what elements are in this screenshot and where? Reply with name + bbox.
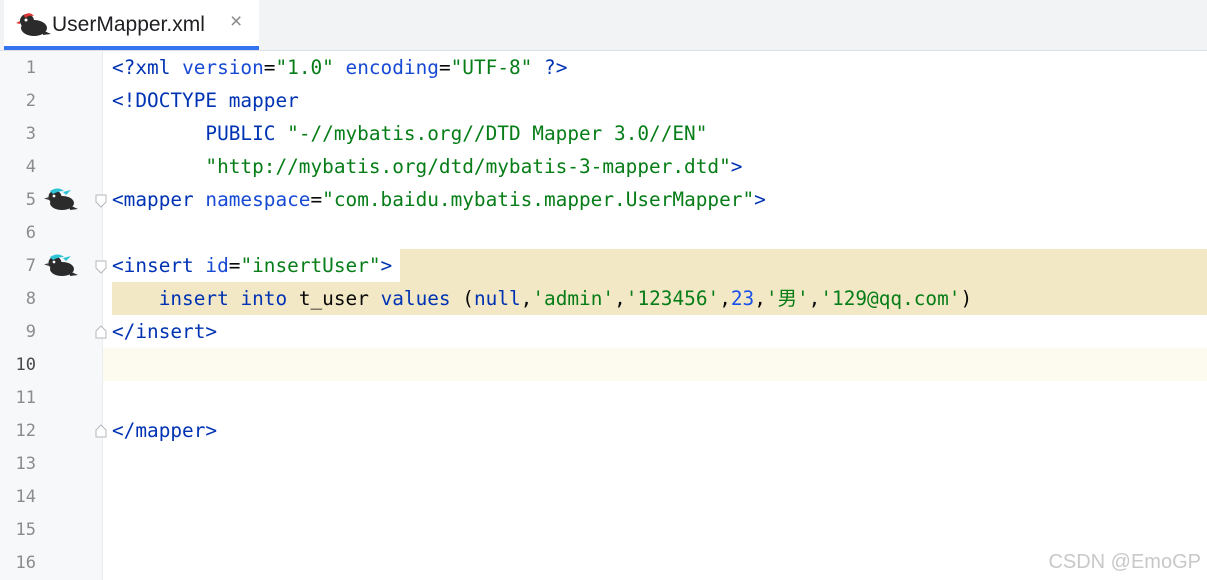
attr-value: "UTF-8" xyxy=(450,56,533,79)
fold-close-icon[interactable] xyxy=(95,424,107,438)
code-line-9: </insert> xyxy=(112,321,217,343)
line-number: 11 xyxy=(15,388,36,408)
tag-open: <mapper xyxy=(112,188,194,211)
editor-tab-bar: UserMapper.xml × xyxy=(0,0,1207,51)
system-id: "http://mybatis.org/dtd/mybatis-3-mapper… xyxy=(205,155,731,178)
paren-close: ) xyxy=(960,287,973,310)
line-number: 7 xyxy=(25,256,36,276)
equals: = xyxy=(310,188,323,211)
line-number: 9 xyxy=(25,322,36,342)
comma: , xyxy=(520,287,533,310)
equals: = xyxy=(263,56,276,79)
sql-string: '129@qq.com' xyxy=(820,287,961,310)
equals: = xyxy=(228,254,241,277)
current-line-highlight xyxy=(0,348,1207,381)
sql-table: t_user xyxy=(298,287,369,310)
attr-value: "1.0" xyxy=(275,56,334,79)
line-number: 4 xyxy=(25,157,36,177)
attr-name: version xyxy=(170,56,264,79)
fold-open-icon[interactable] xyxy=(95,260,107,274)
line-number: 8 xyxy=(25,289,36,309)
tag-open: <insert xyxy=(112,254,194,277)
comma: , xyxy=(614,287,626,310)
line-number: 16 xyxy=(15,553,36,573)
tab-title: UserMapper.xml xyxy=(52,13,205,36)
tab-usermapper-xml[interactable]: UserMapper.xml × xyxy=(4,0,259,50)
pi-name: xml xyxy=(135,56,171,79)
attr-name: namespace xyxy=(193,188,311,211)
mybatis-navigate-icon[interactable] xyxy=(44,252,78,280)
attr-name: encoding xyxy=(333,56,439,79)
fold-open-icon[interactable] xyxy=(95,194,107,208)
code-line-3: PUBLIC "-//mybatis.org//DTD Mapper 3.0//… xyxy=(112,123,707,145)
tag-close: > xyxy=(730,155,743,178)
mybatis-bird-icon xyxy=(16,13,51,36)
sql-string: 'admin' xyxy=(532,287,615,310)
tag-close: > xyxy=(754,188,766,211)
comma: , xyxy=(808,287,821,310)
selection-highlight xyxy=(400,249,1207,282)
sql-keyword: into xyxy=(240,287,288,310)
attr-value: "com.baidu.mybatis.mapper.UserMapper" xyxy=(322,188,755,211)
line-number: 3 xyxy=(25,124,36,144)
gutter: 1 2 3 4 5 6 7 8 9 10 11 12 13 14 15 16 xyxy=(0,51,107,580)
sql-keyword: insert xyxy=(158,287,229,310)
code-line-7: <insert id="insertUser"> xyxy=(112,255,392,277)
sql-number: 23 xyxy=(730,287,755,310)
line-number: 1 xyxy=(25,58,36,78)
comma: , xyxy=(754,287,766,310)
equals: = xyxy=(438,56,451,79)
code-line-12: </mapper> xyxy=(112,420,217,442)
attr-value: "insertUser" xyxy=(240,254,381,277)
public-id: "-//mybatis.org//DTD Mapper 3.0//EN" xyxy=(287,122,708,145)
tag-end: > xyxy=(205,320,218,343)
code-line-2: <!DOCTYPE mapper xyxy=(112,90,299,112)
public-keyword: PUBLIC xyxy=(205,122,276,145)
sql-null: null xyxy=(473,287,521,310)
line-number: 13 xyxy=(15,454,36,474)
watermark: CSDN @EmoGP xyxy=(1048,551,1201,573)
fold-close-icon[interactable] xyxy=(95,325,107,339)
code-editor[interactable]: 1 2 3 4 5 6 7 8 9 10 11 12 13 14 15 16 <… xyxy=(0,51,1207,580)
line-number-current: 10 xyxy=(15,355,36,375)
tag-end: > xyxy=(205,419,218,442)
line-number: 12 xyxy=(15,421,36,441)
tag-close: > xyxy=(380,254,393,277)
tag-close: </mapper xyxy=(112,419,206,442)
line-number: 5 xyxy=(25,190,36,210)
code-line-5: <mapper namespace="com.baidu.mybatis.map… xyxy=(112,189,766,211)
mybatis-navigate-icon[interactable] xyxy=(44,186,78,214)
code-line-4: "http://mybatis.org/dtd/mybatis-3-mapper… xyxy=(112,156,742,178)
line-number: 15 xyxy=(15,520,36,540)
code-line-8: insert into t_user values (null,'admin',… xyxy=(112,288,972,310)
sql-keyword: values xyxy=(380,287,451,310)
code-line-1: <?xml version="1.0" encoding="UTF-8" ?> xyxy=(112,57,567,79)
sql-string: '男' xyxy=(765,287,809,310)
doctype: <!DOCTYPE mapper xyxy=(112,89,299,112)
attr-name: id xyxy=(193,254,229,277)
tag-close: </insert xyxy=(112,320,206,343)
line-number: 6 xyxy=(25,223,36,243)
pi-open: <? xyxy=(112,56,136,79)
sql-string: '123456' xyxy=(625,287,720,310)
line-number: 14 xyxy=(15,487,36,507)
comma: , xyxy=(719,287,731,310)
line-number: 2 xyxy=(25,91,36,111)
paren-open: ( xyxy=(450,287,474,310)
pi-close: ?> xyxy=(532,56,568,79)
close-icon[interactable]: × xyxy=(230,11,242,32)
